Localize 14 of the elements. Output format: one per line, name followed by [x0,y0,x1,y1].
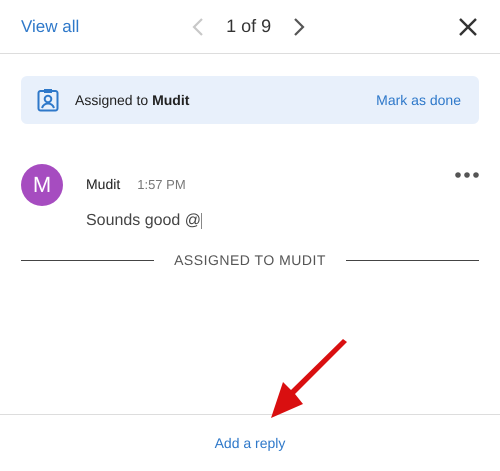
view-all-link[interactable]: View all [21,16,80,36]
author-name: Mudit [86,176,120,192]
assigned-text: Assigned to Mudit [75,92,190,108]
comment-time: 1:57 PM [137,177,186,192]
page-counter: 1 of 9 [226,16,272,37]
next-button[interactable] [293,16,306,36]
close-button[interactable] [458,16,478,36]
avatar: M [21,164,63,206]
divider-label: ASSIGNED TO MUDIT [174,252,326,268]
person-badge-icon [37,88,59,112]
add-reply-link[interactable]: Add a reply [214,435,286,451]
comment-text: Sounds good @ [86,212,201,230]
mark-as-done-link[interactable]: Mark as done [376,92,461,108]
more-options-button[interactable] [455,172,479,180]
